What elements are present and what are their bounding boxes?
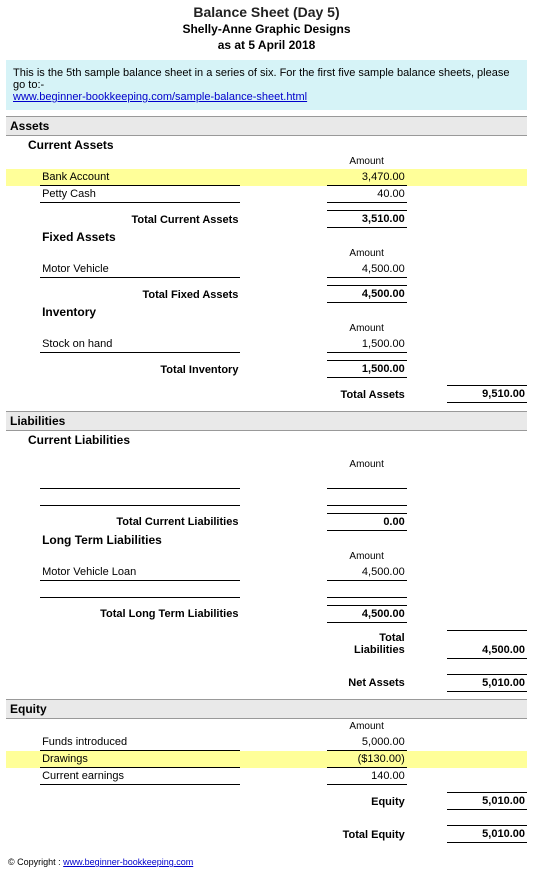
table-row: Bank Account 3,470.00 bbox=[6, 169, 527, 186]
liabilities-table: Amount Total Current Liabilities 0.00 Lo… bbox=[6, 449, 527, 700]
table-row bbox=[6, 580, 527, 597]
amount-header: Amount bbox=[327, 719, 407, 734]
total-assets-value: 9,510.00 bbox=[447, 386, 527, 403]
total-fixed-assets-label: Total Fixed Assets bbox=[40, 286, 240, 303]
total-longterm-liabilities-label: Total Long Term Liabilities bbox=[40, 605, 240, 622]
total-current-assets-label: Total Current Assets bbox=[40, 211, 240, 228]
footer: © Copyright : www.beginner-bookkeeping.c… bbox=[6, 857, 527, 867]
equity-table: Amount Funds introduced 5,000.00 Drawing… bbox=[6, 719, 527, 843]
total-equity-value: 5,010.00 bbox=[447, 826, 527, 843]
table-row bbox=[6, 472, 527, 489]
total-longterm-liabilities-value: 4,500.00 bbox=[327, 605, 407, 622]
amount-header: Amount bbox=[327, 549, 407, 564]
table-row: Current earnings 140.00 bbox=[6, 768, 527, 785]
row-label: Motor Vehicle Loan bbox=[40, 564, 240, 581]
total-current-liabilities-value: 0.00 bbox=[327, 513, 407, 530]
row-label: Bank Account bbox=[40, 169, 240, 186]
total-fixed-assets-value: 4,500.00 bbox=[327, 286, 407, 303]
info-note: This is the 5th sample balance sheet in … bbox=[6, 60, 527, 110]
row-label: Drawings bbox=[40, 751, 240, 768]
current-liabilities-heading: Current Liabilities bbox=[6, 431, 527, 449]
fixed-assets-heading: Fixed Assets bbox=[40, 228, 527, 247]
equity-sub-value: 5,010.00 bbox=[447, 793, 527, 810]
table-row: Funds introduced 5,000.00 bbox=[6, 734, 527, 751]
total-liabilities-label: Total Liabilities bbox=[327, 630, 407, 658]
row-label: Petty Cash bbox=[40, 186, 240, 203]
table-row bbox=[6, 488, 527, 505]
row-value: 1,500.00 bbox=[327, 336, 407, 353]
amount-header: Amount bbox=[327, 154, 407, 169]
row-value: 4,500.00 bbox=[327, 564, 407, 581]
amount-header: Amount bbox=[327, 449, 407, 472]
total-equity-label: Total Equity bbox=[327, 826, 407, 843]
copyright-text: © Copyright : bbox=[8, 857, 61, 867]
amount-header: Amount bbox=[327, 246, 407, 261]
total-current-assets-value: 3,510.00 bbox=[327, 211, 407, 228]
info-link[interactable]: www.beginner-bookkeeping.com/sample-bala… bbox=[13, 91, 307, 103]
total-inventory-value: 1,500.00 bbox=[327, 361, 407, 378]
row-value: ($130.00) bbox=[327, 751, 407, 768]
table-row: Motor Vehicle Loan 4,500.00 bbox=[6, 564, 527, 581]
net-assets-value: 5,010.00 bbox=[447, 674, 527, 691]
row-value: 40.00 bbox=[327, 186, 407, 203]
info-text: This is the 5th sample balance sheet in … bbox=[13, 67, 509, 91]
liabilities-heading: Liabilities bbox=[6, 411, 527, 431]
inventory-heading: Inventory bbox=[40, 303, 527, 322]
equity-heading: Equity bbox=[6, 699, 527, 719]
report-date: as at 5 April 2018 bbox=[6, 38, 527, 52]
assets-table: Amount Bank Account 3,470.00 Petty Cash … bbox=[6, 154, 527, 411]
table-row: Stock on hand 1,500.00 bbox=[6, 336, 527, 353]
equity-sub-label: Equity bbox=[327, 793, 407, 810]
row-value: 3,470.00 bbox=[327, 169, 407, 186]
report-company: Shelly-Anne Graphic Designs bbox=[6, 22, 527, 36]
row-label: Current earnings bbox=[40, 768, 240, 785]
longterm-liabilities-heading: Long Term Liabilities bbox=[40, 530, 527, 549]
table-row: Motor Vehicle 4,500.00 bbox=[6, 261, 527, 278]
table-row: Petty Cash 40.00 bbox=[6, 186, 527, 203]
row-label: Motor Vehicle bbox=[40, 261, 240, 278]
row-label: Stock on hand bbox=[40, 336, 240, 353]
net-assets-label: Net Assets bbox=[327, 674, 407, 691]
row-label: Funds introduced bbox=[40, 734, 240, 751]
row-value: 140.00 bbox=[327, 768, 407, 785]
amount-header: Amount bbox=[327, 321, 407, 336]
total-assets-label: Total Assets bbox=[327, 386, 407, 403]
report-header: Balance Sheet (Day 5) Shelly-Anne Graphi… bbox=[6, 4, 527, 52]
row-value: 4,500.00 bbox=[327, 261, 407, 278]
total-current-liabilities-label: Total Current Liabilities bbox=[40, 513, 240, 530]
total-inventory-label: Total Inventory bbox=[40, 361, 240, 378]
total-liabilities-value: 4,500.00 bbox=[447, 630, 527, 658]
assets-heading: Assets bbox=[6, 116, 527, 136]
report-title: Balance Sheet (Day 5) bbox=[6, 4, 527, 20]
current-assets-heading: Current Assets bbox=[6, 136, 527, 154]
table-row: Drawings ($130.00) bbox=[6, 751, 527, 768]
row-value: 5,000.00 bbox=[327, 734, 407, 751]
footer-link[interactable]: www.beginner-bookkeeping.com bbox=[63, 857, 193, 867]
